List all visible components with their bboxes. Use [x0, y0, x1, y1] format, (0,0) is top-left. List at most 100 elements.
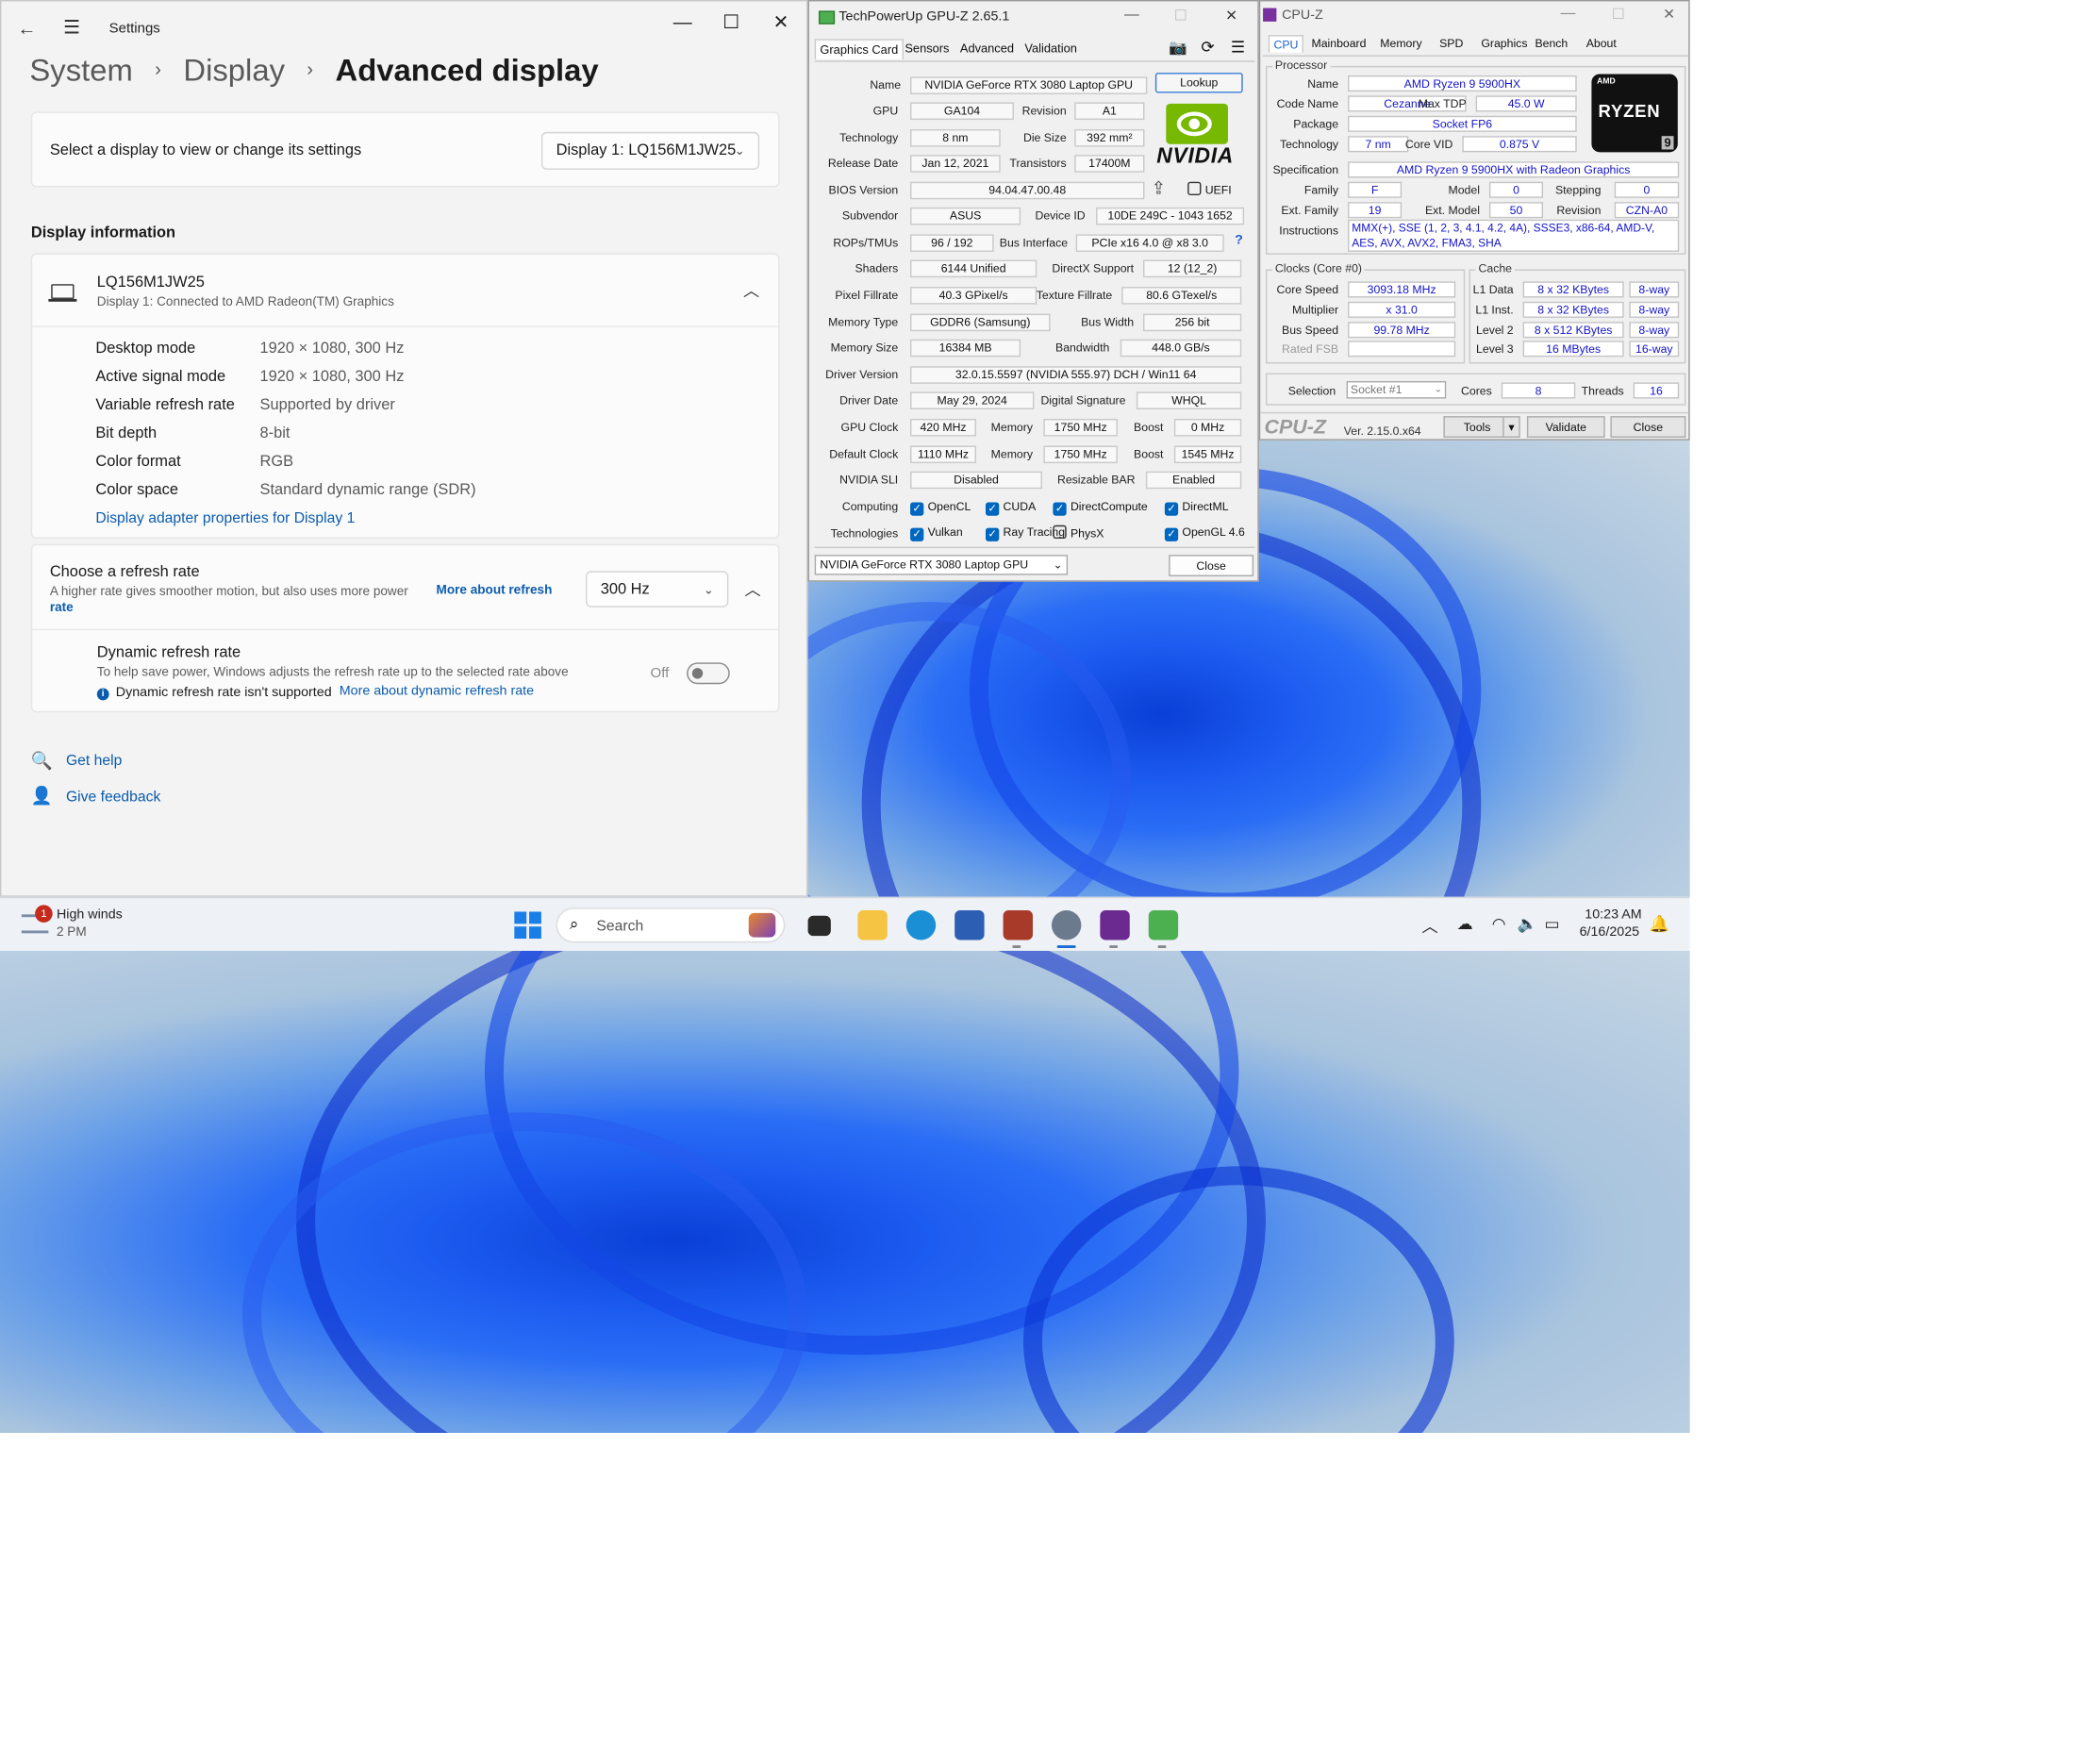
gpuz-label-sig_k: Digital Signature	[1040, 392, 1126, 408]
cpuz-label-l2_k: Level 2	[1476, 323, 1514, 337]
gpuz-taskbar-icon[interactable]	[1148, 910, 1179, 940]
cpuz-maximize-button[interactable]: ☐	[1612, 6, 1625, 24]
info-value: Standard dynamic range (SDR)	[259, 482, 476, 499]
card-divider	[32, 325, 779, 327]
refresh-more-link[interactable]: More about refresh	[437, 583, 553, 598]
cpuz-value-l1i_w: 8-way	[1629, 301, 1680, 318]
cpuz-close-button[interactable]: Close	[1610, 416, 1686, 438]
volume-icon[interactable]: 🔈	[1518, 914, 1537, 933]
media-app-icon[interactable]	[1003, 910, 1033, 940]
clock-date[interactable]: 6/16/2025	[1580, 925, 1640, 940]
gpuz-technologies-checkbox[interactable]: PhysX	[1053, 524, 1104, 540]
gpuz-maximize-button[interactable]: ☐	[1174, 7, 1187, 25]
gpuz-close-button[interactable]: Close	[1169, 555, 1254, 577]
clock-time[interactable]: 10:23 AM	[1585, 907, 1641, 923]
tools-dropdown-button[interactable]: ▾	[1502, 416, 1520, 438]
running-indicator	[1157, 945, 1167, 949]
camera-icon[interactable]: 📷	[1169, 39, 1187, 57]
gpuz-tab-graphics-card[interactable]: Graphics Card	[814, 39, 904, 59]
gpuz-tab-validation[interactable]: Validation	[1021, 39, 1081, 58]
search-icon: ⌕	[569, 914, 579, 934]
cpuz-minimize-button[interactable]: —	[1561, 6, 1576, 22]
validate-button[interactable]: Validate	[1526, 416, 1605, 438]
gpuz-minimize-button[interactable]: —	[1124, 7, 1139, 23]
onedrive-icon[interactable]: ☁	[1457, 914, 1473, 933]
checkbox-label: OpenCL	[927, 499, 971, 513]
socket-select-dropdown[interactable]: Socket #1 ⌄	[1346, 381, 1447, 399]
start-windows-icon[interactable]	[514, 911, 541, 940]
notification-bell-icon[interactable]: 🔔	[1650, 914, 1669, 933]
refresh-rate-dropdown[interactable]: 300 Hz ⌄	[586, 571, 729, 607]
gpuz-tab-sensors[interactable]: Sensors	[901, 39, 954, 58]
cpuz-taskbar-icon[interactable]	[1100, 910, 1130, 940]
gpu-select-dropdown[interactable]: NVIDIA GeForce RTX 3080 Laptop GPU ⌄	[814, 555, 1069, 575]
cpuz-tab-about[interactable]: About	[1586, 37, 1617, 50]
cpuz-tab-memory[interactable]: Memory	[1380, 37, 1421, 50]
checkbox-icon: ✓	[1164, 502, 1179, 516]
store-icon[interactable]	[954, 910, 985, 940]
gpuz-computing-checkbox[interactable]: ✓ DirectML	[1164, 500, 1229, 516]
gpuz-close-window-button[interactable]: ✕	[1225, 7, 1237, 25]
gpuz-tab-advanced[interactable]: Advanced	[956, 39, 1019, 58]
weather-title[interactable]: High winds	[57, 907, 123, 923]
tools-button[interactable]: Tools	[1443, 416, 1511, 438]
get-help-link[interactable]: Get help	[66, 753, 122, 769]
gpuz-label-boost1_k: Boost	[1134, 420, 1164, 434]
gpuz-computing-checkbox[interactable]: ✓ DirectCompute	[1053, 500, 1148, 516]
gpuz-computing-checkbox[interactable]: ✓ OpenCL	[910, 500, 971, 516]
refresh-collapse-icon[interactable]: ︿	[744, 577, 760, 600]
hamburger-menu-icon[interactable]: ☰	[63, 16, 80, 39]
adapter-properties-link[interactable]: Display adapter properties for Display 1	[95, 510, 355, 526]
file-explorer-icon[interactable]	[857, 910, 888, 940]
cpuz-tab-bench[interactable]: Bench	[1535, 37, 1568, 50]
menu-icon[interactable]: ☰	[1231, 38, 1245, 57]
desktop-wallpaper-bottom	[0, 950, 1690, 1433]
back-arrow-icon[interactable]: ←	[18, 18, 37, 40]
gpuz-technologies-checkbox[interactable]: ✓ Vulkan	[910, 525, 963, 541]
minimize-button[interactable]: —	[658, 7, 706, 36]
cpuz-close-window-button[interactable]: ✕	[1663, 6, 1675, 24]
edge-icon[interactable]	[905, 910, 937, 940]
running-indicator	[1012, 945, 1021, 949]
collapse-chevron-icon[interactable]: ︿	[743, 279, 759, 302]
gpuz-value-boost1_v: 0 MHz	[1173, 418, 1242, 437]
gpuz-app-icon	[818, 10, 836, 25]
bus-help-icon[interactable]: ?	[1235, 233, 1243, 248]
breadcrumb-display[interactable]: Display	[183, 53, 285, 88]
get-help-icon: 🔍	[30, 750, 53, 771]
dynamic-refresh-toggle[interactable]	[687, 662, 730, 685]
cpuz-label-sel_k: Selection	[1287, 383, 1336, 398]
gpuz-technologies-checkbox[interactable]: ✓ OpenGL 4.6	[1164, 525, 1245, 541]
select-display-dropdown[interactable]: Display 1: LQ156M1JW25 ⌄	[540, 131, 760, 170]
settings-gear-icon[interactable]	[1051, 910, 1082, 940]
cpuz-tab-spd[interactable]: SPD	[1439, 37, 1463, 50]
refresh-more-link-rate[interactable]: rate	[50, 601, 74, 616]
uefi-checkbox[interactable]: UEFI	[1187, 181, 1232, 196]
task-view-icon[interactable]	[807, 915, 831, 937]
maximize-button[interactable]: ☐	[706, 7, 755, 36]
ryzen-logo: AMD RYZEN 9	[1591, 74, 1678, 153]
lookup-button[interactable]: Lookup	[1154, 73, 1243, 93]
cpuz-tab-graphics[interactable]: Graphics	[1481, 37, 1527, 50]
gpuz-value-tech_v: 8 nm	[910, 129, 1001, 147]
give-feedback-link[interactable]: Give feedback	[66, 790, 160, 806]
tray-overflow-chevron-icon[interactable]: ︿	[1422, 914, 1438, 937]
gpuz-value-mems_v: 16384 MB	[910, 339, 1021, 358]
cpuz-tab-mainboard[interactable]: Mainboard	[1311, 37, 1366, 50]
dynamic-more-link[interactable]: More about dynamic refresh rate	[340, 684, 534, 699]
refresh-icon[interactable]: ⟳	[1201, 38, 1214, 57]
cpuz-tab-cpu[interactable]: CPU	[1268, 35, 1304, 53]
share-icon[interactable]: ⇪	[1152, 177, 1167, 199]
info-value: 1920 × 1080, 300 Hz	[259, 341, 405, 358]
breadcrumb-system[interactable]: System	[29, 53, 132, 88]
checkbox-icon	[1053, 524, 1067, 540]
gpuz-value-boost2_v: 1545 MHz	[1173, 445, 1242, 464]
ryzen-logo-text: RYZEN	[1598, 101, 1661, 122]
gpuz-computing-checkbox[interactable]: ✓ CUDA	[986, 500, 1036, 516]
taskbar-search-box[interactable]: ⌕ Search	[556, 907, 786, 943]
close-window-button[interactable]: ✕	[756, 7, 805, 36]
battery-icon[interactable]: ▭	[1544, 914, 1559, 933]
checkbox-label: CUDA	[1003, 499, 1037, 513]
wifi-icon[interactable]: ◠	[1492, 914, 1506, 933]
info-value: RGB	[259, 454, 294, 471]
